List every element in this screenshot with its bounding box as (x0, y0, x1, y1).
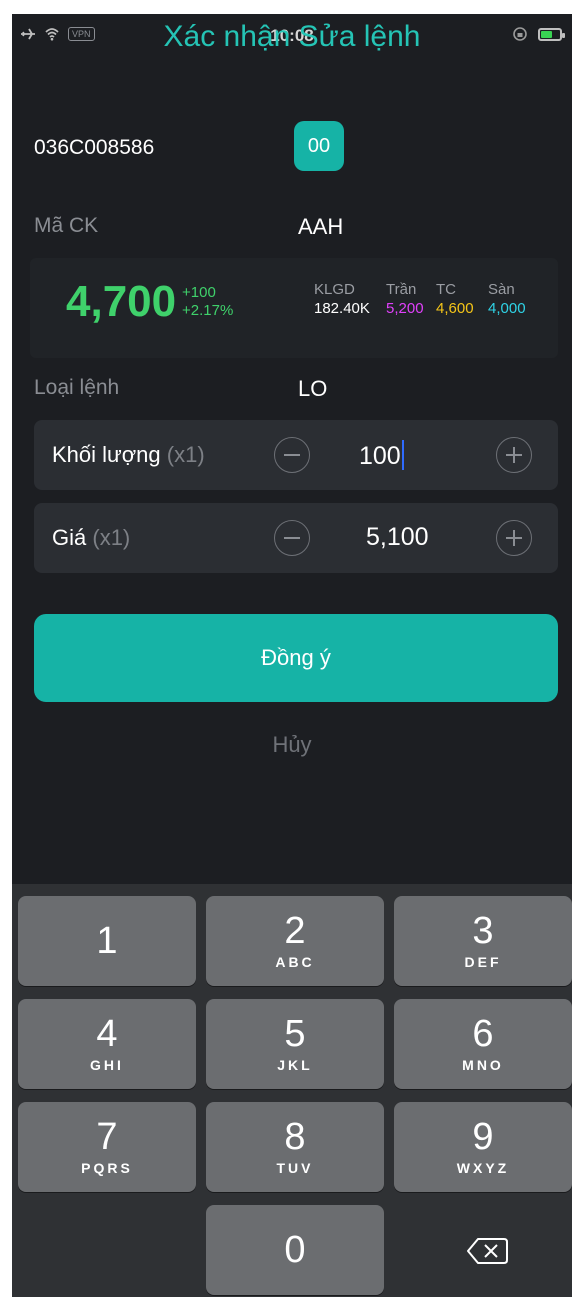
phone-screen: VPN 10:08 Xác nhận Sửa lệnh 036C008586 0… (12, 14, 572, 1297)
reference-column: TC 4,600 (436, 280, 474, 319)
key-6[interactable]: 6 MNO (394, 999, 572, 1089)
ceiling-value: 5,200 (386, 300, 424, 317)
order-type-value: LO (298, 376, 328, 401)
klgd-column: KLGD 182.40K (314, 280, 370, 319)
price-value: 5,100 (366, 523, 429, 551)
key-5-digit: 5 (284, 1013, 306, 1055)
key-0-digit: 0 (284, 1229, 306, 1271)
price-change: +100 +2.17% (182, 284, 233, 320)
cancel-button[interactable]: Hủy (12, 732, 572, 758)
ceiling-label: Trần (386, 281, 417, 298)
key-3-letters: DEF (464, 954, 502, 970)
ceiling-column: Trần 5,200 (386, 280, 424, 319)
quantity-label: Khối lượng (x1) (52, 442, 205, 468)
minus-icon (284, 537, 300, 539)
page-title: Xác nhận Sửa lệnh (163, 20, 421, 53)
quantity-input[interactable]: 100 (359, 440, 499, 471)
change-value: +100 (182, 284, 216, 301)
price-input[interactable]: 5,100 (366, 523, 506, 552)
quantity-label-text: Khối lượng (52, 442, 161, 467)
floor-value: 4,000 (488, 300, 526, 317)
quantity-value: 100 (359, 442, 401, 470)
backspace-icon (467, 1238, 508, 1264)
key-5[interactable]: 5 JKL (206, 999, 384, 1089)
plus-icon-v (513, 447, 515, 463)
quantity-field: Khối lượng (x1) 100 (34, 420, 558, 490)
key-8-letters: TUV (276, 1160, 314, 1176)
key-7-letters: PQRS (81, 1160, 133, 1176)
change-percent: +2.17% (182, 302, 234, 319)
key-3-digit: 3 (472, 910, 494, 952)
key-4-letters: GHI (90, 1057, 124, 1073)
price-field: Giá (x1) 5,100 (34, 503, 558, 573)
minus-icon (284, 454, 300, 456)
quantity-decrease-button[interactable] (274, 437, 310, 473)
key-3[interactable]: 3 DEF (394, 896, 572, 986)
symbol-label: Mã CK (34, 214, 99, 237)
key-2-letters: ABC (275, 954, 315, 970)
reference-label: TC (436, 281, 456, 298)
key-9-digit: 9 (472, 1116, 494, 1158)
floor-column: Sàn 4,000 (488, 280, 526, 319)
symbol-value: AAH (298, 214, 344, 239)
account-number: 036C008586 (34, 136, 155, 159)
price-multiplier: (x1) (92, 525, 131, 550)
key-7[interactable]: 7 PQRS (18, 1102, 196, 1192)
reference-value: 4,600 (436, 300, 474, 317)
key-9[interactable]: 9 WXYZ (394, 1102, 572, 1192)
klgd-label: KLGD (314, 281, 355, 298)
key-8[interactable]: 8 TUV (206, 1102, 384, 1192)
klgd-value: 182.40K (314, 300, 370, 317)
price-label-text: Giá (52, 525, 87, 550)
key-4-digit: 4 (96, 1013, 118, 1055)
price-decrease-button[interactable] (274, 520, 310, 556)
price-increase-button[interactable] (496, 520, 532, 556)
key-1[interactable]: 1 (18, 896, 196, 986)
plus-icon-v (513, 530, 515, 546)
key-9-letters: WXYZ (456, 1160, 510, 1176)
key-4[interactable]: 4 GHI (18, 999, 196, 1089)
key-0[interactable]: 0 (206, 1205, 384, 1295)
quantity-increase-button[interactable] (496, 437, 532, 473)
quantity-multiplier: (x1) (166, 442, 205, 467)
quote-panel: 4,700 +100 +2.17% KLGD 182.40K Trần 5,20… (30, 258, 558, 358)
numeric-keyboard: 1 2 ABC 3 DEF 4 GHI 5 JKL 6 MNO 7 PQRS 8… (12, 884, 572, 1297)
key-6-digit: 6 (472, 1013, 494, 1055)
key-7-digit: 7 (96, 1116, 118, 1158)
key-1-digit: 1 (96, 920, 118, 962)
key-5-letters: JKL (277, 1057, 313, 1073)
floor-label: Sàn (488, 281, 515, 298)
order-type-label: Loại lệnh (34, 376, 120, 399)
last-price: 4,700 (66, 277, 177, 326)
price-label: Giá (x1) (52, 525, 130, 551)
sub-account-badge[interactable]: 00 (294, 121, 344, 171)
confirm-button[interactable]: Đồng ý (34, 614, 558, 702)
backspace-key[interactable] (394, 1206, 572, 1296)
text-cursor (401, 440, 404, 470)
key-6-letters: MNO (462, 1057, 504, 1073)
key-8-digit: 8 (284, 1116, 306, 1158)
key-2-digit: 2 (284, 910, 306, 952)
key-2[interactable]: 2 ABC (206, 896, 384, 986)
